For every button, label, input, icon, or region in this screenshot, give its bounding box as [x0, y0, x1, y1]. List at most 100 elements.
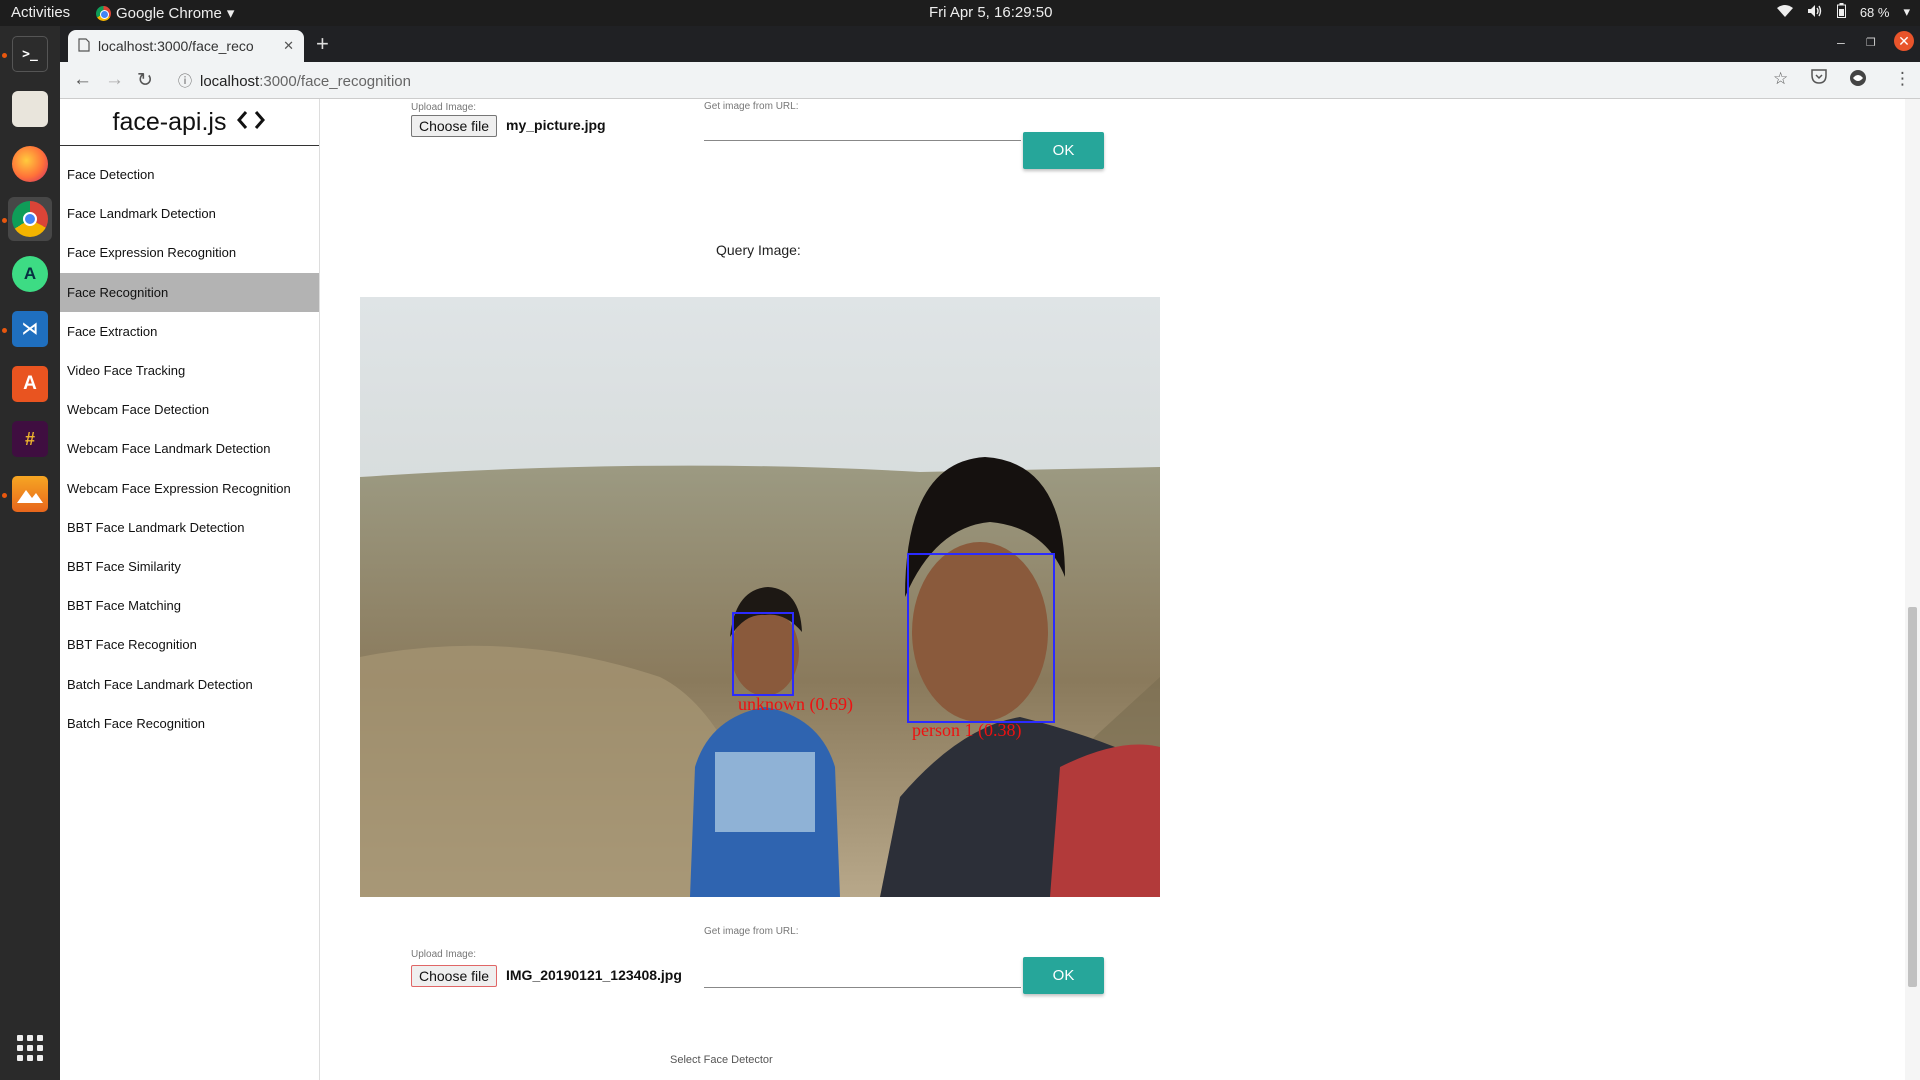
page-viewport: face-api.js Face Detection Face Landmark … — [60, 99, 1920, 1080]
upload-image-label: Upload Image: — [411, 102, 477, 113]
new-tab-button[interactable]: + — [316, 31, 329, 57]
url-label: Get image from URL: — [704, 101, 799, 112]
dock: >_ A ⋊ A # — [0, 26, 60, 1080]
sidebar-item-batch-face-recognition[interactable]: Batch Face Recognition — [60, 704, 319, 743]
maximize-window-button[interactable]: ❐ — [1866, 36, 1876, 49]
ok-button[interactable]: OK — [1023, 132, 1104, 169]
extension-icon[interactable] — [1849, 69, 1867, 92]
sidebar-item-bbt-face-landmark-detection[interactable]: BBT Face Landmark Detection — [60, 508, 319, 547]
tab-strip: localhost:3000/face_reco ✕ + – ❐ ✕ — [60, 26, 1920, 62]
running-indicator — [2, 218, 7, 223]
sidebar-item-face-detection[interactable]: Face Detection — [60, 155, 319, 194]
tab-title: localhost:3000/face_reco — [98, 38, 254, 54]
image-url-input[interactable] — [704, 117, 1021, 141]
url-host: localhost — [200, 73, 260, 90]
clock[interactable]: Fri Apr 5, 16:29:50 — [929, 4, 1052, 21]
image-viewer-icon — [12, 476, 48, 512]
sidebar-item-webcam-face-landmark-detection[interactable]: Webcam Face Landmark Detection — [60, 429, 319, 468]
close-window-button[interactable]: ✕ — [1894, 31, 1914, 51]
chrome-icon — [12, 201, 48, 237]
dock-firefox[interactable] — [8, 142, 52, 186]
face-label-unknown: unknown (0.69) — [738, 694, 853, 714]
app-menu-label: Google Chrome — [116, 4, 222, 22]
dock-chrome[interactable] — [8, 197, 52, 241]
wifi-icon — [1776, 4, 1793, 20]
sidebar-nav: Face Detection Face Landmark Detection Fac… — [60, 155, 319, 743]
android-studio-icon: A — [12, 256, 48, 292]
power-menu-caret-icon: ▾ — [1903, 4, 1910, 19]
battery-percent: 68 % — [1859, 4, 1890, 20]
chrome-icon — [96, 5, 111, 21]
query-url-label: Get image from URL: — [704, 926, 799, 937]
address-bar-row: ← → ↻ ⓘ localhost:3000/face_recognition ☆… — [60, 62, 1920, 99]
sidebar-item-bbt-face-similarity[interactable]: BBT Face Similarity — [60, 547, 319, 586]
brand-header[interactable]: face-api.js — [60, 99, 319, 146]
page-icon — [78, 37, 90, 55]
chrome-menu-icon[interactable]: ⋮ — [1894, 69, 1911, 89]
reload-icon[interactable]: ↻ — [137, 69, 153, 92]
pocket-icon[interactable] — [1811, 69, 1827, 89]
dock-software-center[interactable]: A — [8, 362, 52, 406]
url-path: :3000/face_recognition — [259, 73, 411, 90]
browser-tab[interactable]: localhost:3000/face_reco ✕ — [68, 30, 304, 62]
dock-terminal[interactable]: >_ — [8, 32, 52, 76]
query-selected-file-name: IMG_20190121_123408.jpg — [506, 967, 682, 983]
choose-file-button[interactable]: Choose file — [411, 115, 498, 137]
face-box-unknown — [732, 612, 794, 696]
selected-file-name: my_picture.jpg — [506, 117, 606, 133]
query-image: unknown (0.69) person 1 (0.38) — [360, 297, 1160, 897]
battery-icon — [1836, 3, 1846, 21]
sidebar-item-webcam-face-expression-recognition[interactable]: Webcam Face Expression Recognition — [60, 469, 319, 508]
firefox-icon — [12, 146, 48, 182]
back-arrow-icon[interactable]: ← — [73, 69, 92, 91]
sidebar-item-webcam-face-detection[interactable]: Webcam Face Detection — [60, 390, 319, 429]
activities-button[interactable]: Activities — [11, 4, 70, 21]
sidebar: face-api.js Face Detection Face Landmark … — [60, 99, 320, 1080]
app-grid-icon — [17, 1035, 43, 1061]
sidebar-item-face-recognition[interactable]: Face Recognition — [60, 272, 319, 312]
files-icon — [12, 91, 48, 127]
running-indicator — [2, 53, 7, 58]
system-tray[interactable]: 68 % ▾ — [1776, 3, 1910, 21]
vscode-icon: ⋊ — [12, 311, 48, 347]
query-image-url-input[interactable] — [704, 964, 1021, 988]
running-indicator — [2, 328, 7, 333]
dock-vscode[interactable]: ⋊ — [8, 307, 52, 351]
dock-android-studio[interactable]: A — [8, 252, 52, 296]
minimize-window-button[interactable]: – — [1837, 34, 1845, 50]
bookmark-star-icon[interactable]: ☆ — [1773, 69, 1788, 89]
volume-icon — [1807, 4, 1823, 21]
sidebar-item-face-landmark-detection[interactable]: Face Landmark Detection — [60, 194, 319, 233]
site-info-icon[interactable]: ⓘ — [178, 73, 192, 89]
running-indicator — [2, 493, 7, 498]
tab-close-icon[interactable]: ✕ — [283, 38, 294, 54]
sidebar-item-face-expression-recognition[interactable]: Face Expression Recognition — [60, 233, 319, 272]
sidebar-item-bbt-face-recognition[interactable]: BBT Face Recognition — [60, 625, 319, 664]
slack-icon: # — [12, 421, 48, 457]
query-image-label: Query Image: — [716, 242, 801, 258]
terminal-icon: >_ — [12, 36, 48, 72]
system-top-bar: Activities Google Chrome ▾ Fri Apr 5, 16… — [0, 0, 1920, 26]
query-upload-image-label: Upload Image: — [411, 949, 477, 960]
app-menu[interactable]: Google Chrome ▾ — [96, 4, 234, 22]
show-applications-button[interactable] — [8, 1026, 52, 1070]
face-box-person-1 — [907, 553, 1055, 723]
dock-slack[interactable]: # — [8, 417, 52, 461]
query-ok-button[interactable]: OK — [1023, 957, 1104, 994]
page-scrollbar[interactable] — [1905, 99, 1920, 1080]
dock-files[interactable] — [8, 87, 52, 131]
sidebar-item-batch-face-landmark-detection[interactable]: Batch Face Landmark Detection — [60, 664, 319, 703]
select-face-detector-label: Select Face Detector — [670, 1054, 773, 1066]
scrollbar-thumb[interactable] — [1908, 607, 1917, 987]
sidebar-item-face-extraction[interactable]: Face Extraction — [60, 312, 319, 351]
dock-image-viewer[interactable] — [8, 472, 52, 516]
query-choose-file-button[interactable]: Choose file — [411, 965, 498, 987]
caret-down-icon: ▾ — [226, 5, 235, 22]
url-field[interactable]: ⓘ localhost:3000/face_recognition — [178, 71, 411, 91]
sidebar-item-bbt-face-matching[interactable]: BBT Face Matching — [60, 586, 319, 625]
face-label-person-1: person 1 (0.38) — [912, 720, 1022, 740]
code-brackets-icon — [236, 107, 266, 138]
brand-title: face-api.js — [112, 107, 227, 136]
sidebar-item-video-face-tracking[interactable]: Video Face Tracking — [60, 351, 319, 390]
forward-arrow-icon[interactable]: → — [105, 69, 124, 91]
